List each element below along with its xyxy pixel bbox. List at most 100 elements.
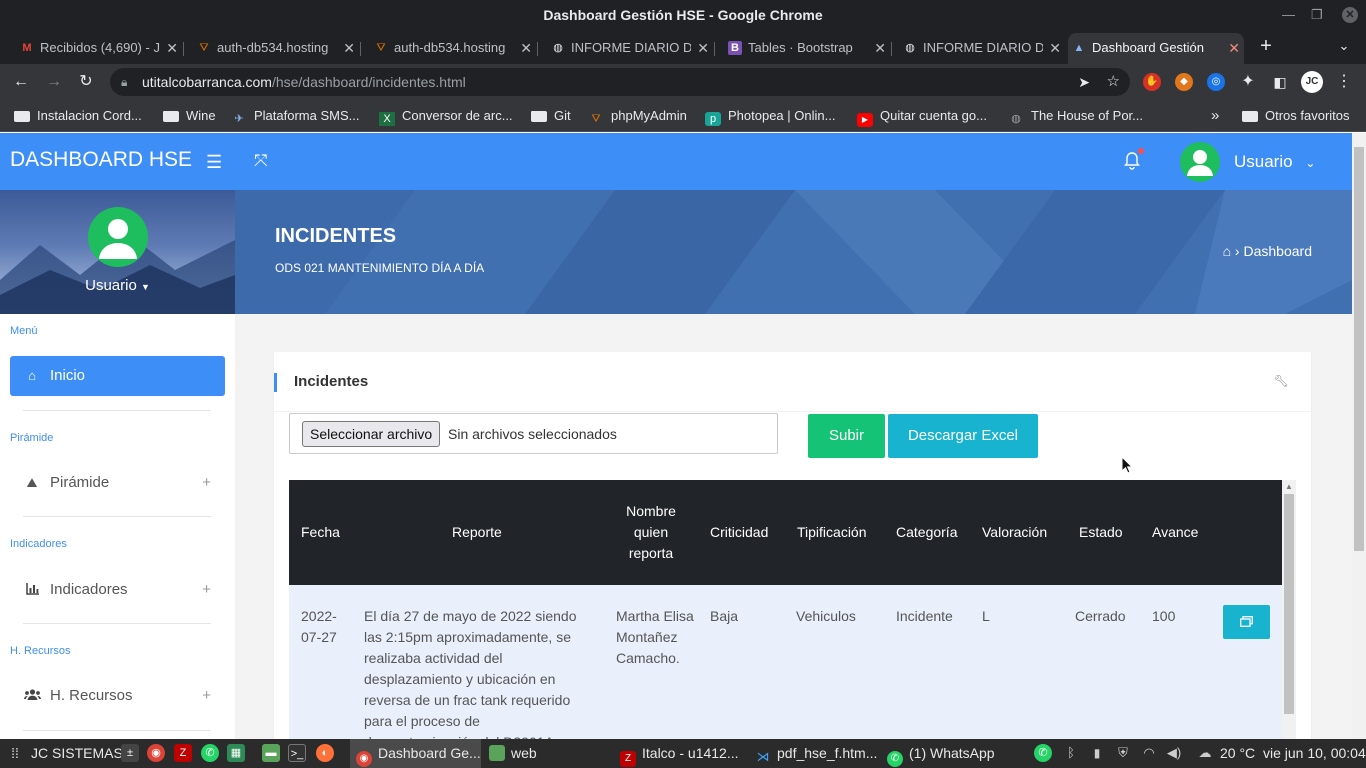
bookmark-item[interactable]: Instalacion Cord... [14, 107, 142, 125]
taskbar-window[interactable]: Z Italco - u1412... [620, 739, 739, 768]
browser-tab[interactable]: M Recibidos (4,690) - J ✕ [16, 33, 182, 64]
close-tab-icon[interactable]: ✕ [520, 33, 532, 63]
expand-icon[interactable]: + [202, 463, 211, 503]
extension-blue-icon[interactable]: ◎ [1207, 73, 1225, 91]
sidebar-item-h-recursos[interactable]: H. Recursos + [10, 676, 225, 716]
file-input[interactable]: Seleccionar archivo Sin archivos selecci… [289, 413, 778, 454]
table-scrollbar[interactable]: ▲ [1282, 480, 1296, 739]
column-header[interactable]: Fecha [301, 480, 340, 585]
upload-button[interactable]: Subir [808, 414, 885, 458]
wrench-icon[interactable]: 🔧︎ [1274, 374, 1289, 388]
scroll-up-icon[interactable]: ▲ [1285, 482, 1293, 491]
browser-tab[interactable]: ⛛ auth-db534.hosting ✕ [193, 33, 359, 64]
bookmark-item[interactable]: p Photopea | Onlin... [705, 107, 835, 126]
app-grid-icon[interactable]: ⁞⁞ [6, 744, 24, 762]
adblock-icon[interactable]: ✋ [1143, 73, 1161, 91]
other-bookmarks-folder[interactable]: Otros favoritos [1242, 107, 1350, 125]
chrome-menu-icon[interactable]: ⋮ [1334, 72, 1354, 92]
wifi-icon[interactable]: ◠ [1140, 744, 1158, 762]
column-header[interactable]: Estado [1079, 480, 1123, 585]
taskbar-window[interactable]: ✆ (1) WhatsApp [887, 739, 995, 768]
bookmark-item[interactable]: Wine [163, 107, 216, 125]
browser-tab[interactable]: ◍ INFORME DIARIO D ✕ [547, 33, 713, 64]
new-tab-icon[interactable]: + [1256, 36, 1276, 56]
download-excel-button[interactable]: Descargar Excel [888, 414, 1038, 458]
sidebar-item-indicadores[interactable]: Indicadores + [10, 570, 225, 610]
column-header[interactable]: Criticidad [710, 480, 768, 585]
minimize-icon[interactable]: — [1282, 0, 1295, 30]
weather-temperature[interactable]: 20 °C [1220, 739, 1255, 768]
metamask-icon[interactable]: ◆ [1175, 73, 1193, 91]
side-panel-icon[interactable]: ◧ [1270, 72, 1290, 92]
notification-bell-icon[interactable] [1124, 148, 1144, 170]
profile-avatar-icon[interactable]: JC [1301, 71, 1323, 93]
bookmark-item[interactable]: ◍ The House of Por... [1008, 107, 1143, 125]
extensions-puzzle-icon[interactable]: ✦ [1238, 72, 1258, 92]
breadcrumb-dashboard-link[interactable]: Dashboard [1244, 243, 1313, 259]
close-tab-icon[interactable]: ✕ [166, 33, 178, 63]
bookmark-item[interactable]: ✈ Plataforma SMS... [231, 107, 359, 125]
filezilla-icon[interactable]: Z [174, 744, 192, 762]
fullscreen-icon[interactable]: ⤧ [254, 151, 268, 171]
view-details-button[interactable] [1223, 605, 1270, 639]
forward-icon[interactable]: → [44, 72, 64, 92]
browser-tab-active[interactable]: ▲ Dashboard Gestión ✕ [1068, 33, 1244, 64]
bookmark-item[interactable]: X Conversor de arc... [379, 107, 513, 126]
address-bar[interactable]: 🔒︎ utitalcobarranca.com/hse/dashboard/in… [110, 68, 1130, 96]
column-header[interactable]: Valoración [982, 480, 1047, 585]
column-header[interactable]: Categoría [896, 480, 957, 585]
browser-tab[interactable]: ⛛ auth-db534.hosting ✕ [370, 33, 536, 64]
battery-icon[interactable]: ▮ [1088, 744, 1106, 762]
close-tab-icon[interactable]: ✕ [343, 33, 355, 63]
back-icon[interactable]: ← [11, 72, 31, 92]
expand-icon[interactable]: + [202, 570, 211, 610]
start-menu-label[interactable]: JC SISTEMAS [31, 739, 123, 768]
chrome-icon[interactable]: ◉ [147, 744, 165, 762]
sidebar-item-piramide[interactable]: ⛰ Pirámide + [10, 463, 225, 503]
shield-icon[interactable]: ⛨ [1114, 744, 1132, 762]
taskbar-window[interactable]: web [487, 739, 537, 768]
spreadsheet-icon[interactable]: ▦ [227, 744, 245, 762]
bookmark-star-icon[interactable]: ☆ [1107, 68, 1120, 96]
user-menu[interactable]: Usuario ⌄ [1234, 151, 1315, 174]
close-tab-icon[interactable]: ✕ [1049, 33, 1061, 63]
bookmark-item[interactable]: ⛛ phpMyAdmin [588, 107, 687, 125]
bookmark-item[interactable]: ▶ Quitar cuenta go... [857, 107, 987, 127]
home-icon[interactable]: ⌂ [1223, 243, 1231, 259]
brand-logo[interactable]: DASHBOARD HSE [10, 147, 192, 173]
whatsapp-icon[interactable]: ✆ [201, 744, 219, 762]
bluetooth-icon[interactable]: ᛒ [1062, 744, 1080, 762]
taskbar-window[interactable]: ⋊ pdf_hse_f.htm... [755, 739, 878, 768]
close-window-icon[interactable]: ✕ [1342, 7, 1358, 23]
calculator-icon[interactable]: ± [121, 744, 139, 762]
maximize-icon[interactable]: ❐ [1311, 0, 1323, 30]
volume-icon[interactable]: ◀) [1165, 744, 1183, 762]
browser-tab[interactable]: B Tables · Bootstrap ✕ [724, 33, 890, 64]
user-avatar[interactable] [1180, 142, 1220, 182]
firefox-icon[interactable]: ◐ [316, 744, 334, 762]
sidebar-item-inicio[interactable]: ⌂ Inicio [10, 356, 225, 396]
column-header[interactable]: Reporte [452, 480, 502, 585]
bookmarks-overflow-button[interactable]: » [1211, 107, 1219, 125]
expand-icon[interactable]: + [202, 676, 211, 716]
sidebar-user-dropdown[interactable]: Usuario ▼ [0, 277, 235, 294]
files-icon[interactable]: ▬ [262, 744, 280, 762]
column-header[interactable]: Tipificación [797, 480, 867, 585]
close-tab-icon[interactable]: ✕ [1228, 33, 1240, 63]
close-tab-icon[interactable]: ✕ [874, 33, 886, 63]
choose-file-button[interactable]: Seleccionar archivo [302, 421, 441, 447]
bookmark-item[interactable]: Git [531, 107, 571, 125]
terminal-icon[interactable]: >_ [288, 744, 306, 762]
clock[interactable]: vie jun 10, 00:04 [1263, 739, 1366, 768]
browser-tab[interactable]: ◍ INFORME DIARIO D ✕ [899, 33, 1065, 64]
page-scrollbar[interactable] [1352, 133, 1366, 739]
send-icon[interactable]: ➤ [1078, 68, 1090, 96]
hamburger-menu-icon[interactable]: ☰ [206, 152, 222, 172]
column-header[interactable]: Nombre quien reporta [616, 480, 686, 585]
reload-icon[interactable]: ↻ [76, 72, 96, 92]
whatsapp-tray-icon[interactable]: ✆ [1034, 744, 1052, 762]
column-header[interactable]: Avance [1152, 480, 1198, 585]
close-tab-icon[interactable]: ✕ [697, 33, 709, 63]
tab-search-icon[interactable]: ⌄ [1334, 36, 1354, 56]
taskbar-window[interactable]: ◉ Dashboard Ge... [350, 739, 481, 768]
